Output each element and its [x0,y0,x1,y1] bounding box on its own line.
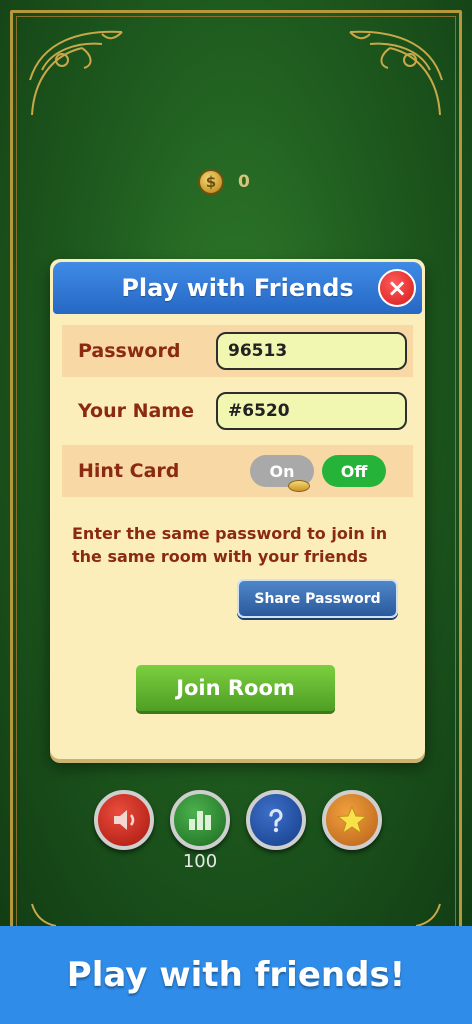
coin-icon: $ [198,169,224,195]
corner-ornament-icon [349,30,443,116]
help-button[interactable] [246,790,306,850]
rate-button[interactable] [322,790,382,850]
stats-icon [189,811,211,830]
close-icon: × [386,274,408,302]
sound-button[interactable] [94,790,154,850]
name-row: Your Name #6520 [62,385,413,437]
join-room-button[interactable]: Join Room [136,665,335,711]
dialog-header: Play with Friends × [53,262,422,314]
password-row: Password 96513 [62,325,413,377]
share-password-button[interactable]: Share Password [237,579,398,618]
name-label: Your Name [78,400,194,422]
hint-card-label: Hint Card [78,460,180,482]
play-with-friends-dialog: Play with Friends × Password 96513 Your … [50,259,425,759]
hint-card-row: Hint Card On Off [62,445,413,497]
password-label: Password [78,340,181,362]
star-icon [336,805,368,835]
instructions-text: Enter the same password to join in the s… [72,524,388,566]
coin-counter: $ 0 [198,169,250,195]
sound-icon [114,810,135,830]
stats-count: 100 [182,851,218,872]
close-button[interactable]: × [378,269,416,307]
name-field[interactable]: #6520 [216,392,407,430]
hint-off-toggle[interactable]: Off [322,455,386,487]
promo-banner: Play with friends! [0,926,472,1024]
stats-button[interactable] [170,790,230,850]
help-icon [269,808,283,833]
password-field[interactable]: 96513 [216,332,407,370]
corner-ornament-icon [29,30,123,116]
dialog-title: Play with Friends [121,274,354,302]
banner-text: Play with friends! [66,955,406,995]
coin-count: 0 [238,172,250,192]
coin-icon [288,480,310,492]
